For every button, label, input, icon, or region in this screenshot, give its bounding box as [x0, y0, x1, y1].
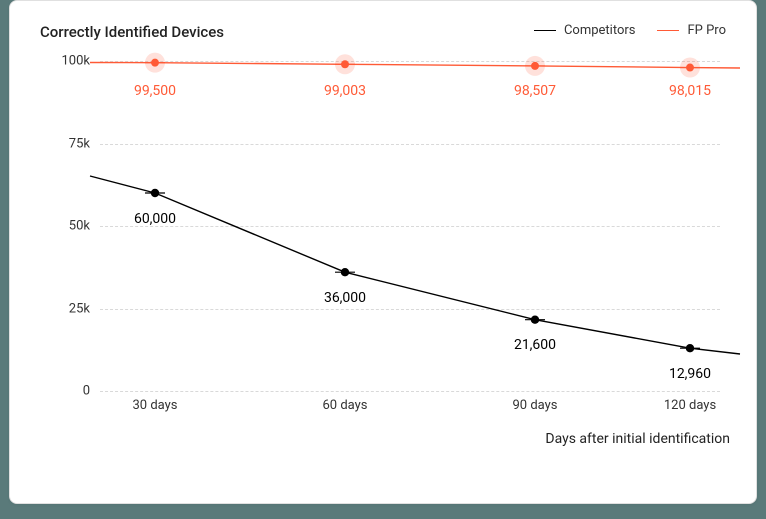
chart-legend: Competitors FP Pro: [534, 23, 726, 38]
y-tick-4: 100k: [40, 54, 90, 69]
chart-title: Correctly Identified Devices: [40, 23, 224, 41]
chart-header: Correctly Identified Devices Competitors…: [40, 23, 726, 41]
chart-card: Correctly Identified Devices Competitors…: [9, 0, 757, 504]
data-label-fp-1: 99,003: [324, 83, 366, 99]
x-axis-label: Days after initial identification: [545, 431, 730, 447]
y-tick-3: 75k: [40, 136, 90, 151]
legend-swatch-competitors: [534, 30, 556, 32]
legend-item-competitors: Competitors: [534, 23, 636, 38]
legend-item-fp-pro: FP Pro: [657, 23, 726, 38]
legend-label-competitors: Competitors: [564, 23, 636, 38]
x-tick-0: 30 days: [132, 398, 177, 413]
y-tick-1: 25k: [40, 301, 90, 316]
chart-area: 0 25k 50k 75k 100k: [40, 59, 730, 459]
plot-area: 99,500 99,003 98,507 98,015 60,000 36,00…: [100, 61, 720, 391]
data-label-fp-3: 98,015: [669, 83, 711, 99]
data-label-fp-2: 98,507: [514, 83, 556, 99]
x-tick-1: 60 days: [322, 398, 367, 413]
x-tick-2: 90 days: [512, 398, 557, 413]
data-label-comp-3: 12,960: [669, 366, 711, 382]
y-tick-2: 50k: [40, 219, 90, 234]
gridline: [100, 391, 720, 392]
y-tick-0: 0: [40, 384, 90, 399]
x-tick-3: 120 days: [664, 398, 716, 413]
data-label-comp-0: 60,000: [134, 211, 176, 227]
chart-svg: [100, 61, 720, 391]
data-label-comp-1: 36,000: [324, 290, 366, 306]
data-label-comp-2: 21,600: [514, 337, 556, 353]
legend-swatch-fp-pro: [657, 30, 679, 32]
legend-label-fp-pro: FP Pro: [687, 23, 726, 38]
data-label-fp-0: 99,500: [134, 83, 176, 99]
